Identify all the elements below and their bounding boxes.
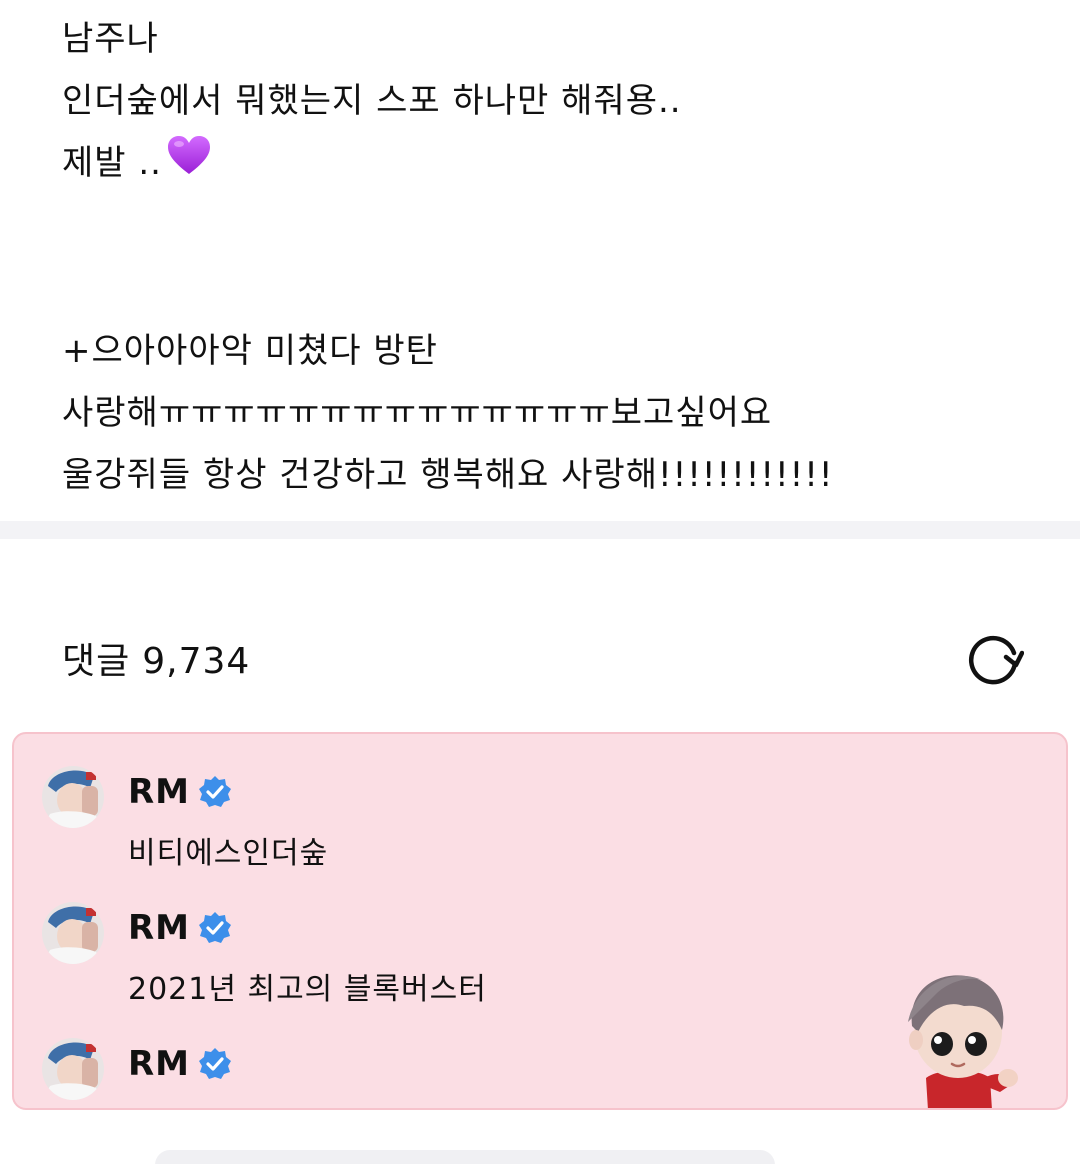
comment-input-bar[interactable]	[155, 1150, 775, 1164]
comment-author[interactable]: RM	[128, 1044, 190, 1084]
mascot-character-icon	[878, 960, 1026, 1108]
post-body: 남주나 인더숲에서 뭐했는지 스포 하나만 해줘용.. 제발 .. +으아아아악…	[62, 0, 1022, 506]
purple-heart-icon	[166, 134, 212, 196]
verified-badge-icon	[198, 911, 232, 945]
comments-label: 댓글	[62, 641, 131, 682]
avatar[interactable]	[42, 766, 104, 828]
comment-author[interactable]: RM	[128, 908, 190, 948]
post-line-text: 제발 ..	[62, 143, 162, 183]
post-line: +으아아아악 미쳤다 방탄	[62, 331, 438, 371]
comment-author[interactable]: RM	[128, 772, 190, 812]
refresh-button[interactable]	[962, 627, 1024, 689]
comment-author-row: RM	[128, 1044, 232, 1084]
verified-badge-icon	[198, 1047, 232, 1081]
post-line-with-emoji: 제발 ..	[62, 132, 1022, 194]
refresh-icon	[968, 635, 1024, 685]
artist-comments-box[interactable]: RM 비티에스인더숲 RM 2021년 최고의 블록버스터 RM	[12, 732, 1068, 1110]
comments-count: 9,734	[142, 641, 251, 682]
post-line: 인더숲에서 뭐했는지 스포 하나만 해줘용..	[62, 81, 682, 121]
comment-text: 2021년 최고의 블록버스터	[128, 972, 487, 1007]
post-line: 울강쥐들 항상 건강하고 행복해요 사랑해!!!!!!!!!!!!	[62, 455, 834, 495]
verified-badge-icon	[198, 775, 232, 809]
comments-title: 댓글 9,734	[62, 632, 250, 684]
post-line: 남주나	[62, 19, 159, 59]
comment-author-row: RM	[128, 908, 232, 948]
avatar[interactable]	[42, 1038, 104, 1100]
comments-header: 댓글 9,734	[62, 628, 1024, 688]
artist-comment[interactable]: RM 비티에스인더숲	[14, 734, 1066, 871]
section-divider	[0, 521, 1080, 539]
avatar[interactable]	[42, 902, 104, 964]
comment-author-row: RM	[128, 772, 232, 812]
post-line: 사랑해ㅠㅠㅠㅠㅠㅠㅠㅠㅠㅠㅠㅠㅠㅠ보고싶어요	[62, 393, 773, 433]
comment-text: 비티에스인더숲	[128, 836, 329, 871]
